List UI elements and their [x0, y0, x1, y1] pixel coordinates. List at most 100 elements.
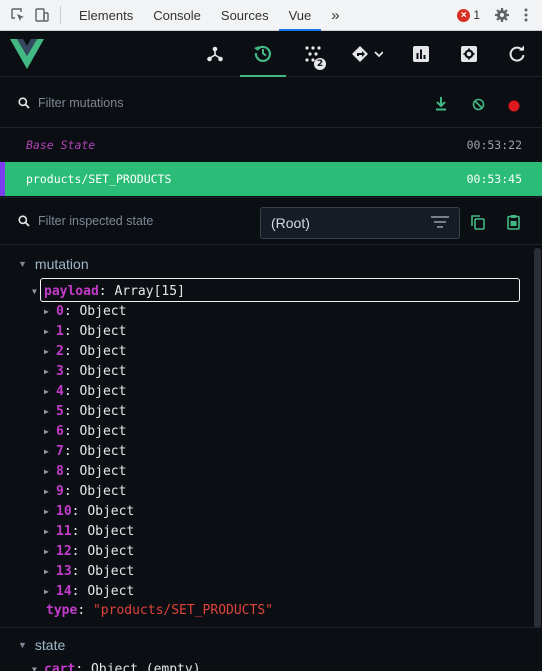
collapsed-arrow-icon: ▶: [44, 386, 49, 396]
paste-icon[interactable]: [507, 214, 520, 234]
item-key: 5: [56, 403, 64, 419]
colon: :: [63, 323, 80, 339]
settings-icon[interactable]: [446, 31, 492, 77]
mutation-time: 00:53:45: [466, 172, 522, 186]
state-cart-node[interactable]: ▼ cart: Object (empty): [32, 659, 201, 671]
item-key: 12: [56, 543, 72, 559]
kebab-menu-icon[interactable]: [514, 0, 538, 31]
payload-item[interactable]: ▶ 11: Object: [44, 521, 134, 541]
payload-item[interactable]: ▶ 4: Object: [44, 381, 126, 401]
payload-item[interactable]: ▶ 8: Object: [44, 461, 126, 481]
payload-node[interactable]: ▼ payload: Array[15]: [32, 281, 185, 301]
mutation-section-header[interactable]: ▼ mutation: [0, 249, 542, 279]
mutation-name: Base State: [26, 138, 96, 152]
payload-item[interactable]: ▶ 13: Object: [44, 561, 134, 581]
item-value: Object: [79, 483, 127, 499]
item-value: Object: [87, 523, 135, 539]
item-key: 11: [56, 523, 72, 539]
revert-all-icon[interactable]: [472, 96, 485, 115]
state-scope-select[interactable]: (Root): [260, 207, 460, 239]
collapsed-arrow-icon: ▶: [44, 326, 49, 336]
state-section-header[interactable]: ▼ state: [0, 630, 542, 660]
item-key: 8: [56, 463, 64, 479]
tab-console[interactable]: Console: [143, 0, 211, 31]
inspect-element-icon[interactable]: [6, 0, 30, 31]
device-toolbar-icon[interactable]: [30, 0, 54, 31]
filter-mutations-input[interactable]: Filter mutations: [38, 96, 123, 110]
payload-item[interactable]: ▶ 9: Object: [44, 481, 126, 501]
colon: :: [71, 583, 88, 599]
refresh-icon[interactable]: [494, 31, 540, 77]
settings-gear-icon[interactable]: [490, 0, 514, 31]
collapsed-arrow-icon: ▶: [44, 506, 49, 516]
copy-icon[interactable]: [471, 215, 485, 234]
collapsed-arrow-icon: ▶: [44, 546, 49, 556]
payload-item[interactable]: ▶ 14: Object: [44, 581, 134, 601]
item-key: 9: [56, 483, 64, 499]
vue-toolbar: 2: [0, 31, 542, 77]
type-value: "products/SET_PRODUCTS": [92, 602, 273, 618]
expanded-arrow-icon: ▼: [32, 286, 37, 296]
events-icon[interactable]: 2: [290, 31, 336, 77]
filter-inspected-state-input[interactable]: Filter inspected state: [38, 214, 153, 228]
payload-item[interactable]: ▶ 2: Object: [44, 341, 126, 361]
item-value: Object: [79, 463, 127, 479]
vuex-history-icon[interactable]: [240, 31, 286, 77]
mutation-row-base-state[interactable]: Base State 00:53:22: [0, 128, 542, 162]
type-node: type: "products/SET_PRODUCTS": [46, 600, 273, 620]
collapsed-arrow-icon: ▶: [44, 586, 49, 596]
payload-item[interactable]: ▶ 3: Object: [44, 361, 126, 381]
performance-icon[interactable]: [398, 31, 444, 77]
item-key: 0: [56, 303, 64, 319]
scrollbar[interactable]: [534, 248, 541, 628]
collapsed-arrow-icon: ▶: [44, 346, 49, 356]
search-icon: [18, 215, 30, 227]
item-value: Object: [79, 323, 127, 339]
colon: :: [71, 563, 88, 579]
payload-item[interactable]: ▶ 1: Object: [44, 321, 126, 341]
more-tabs-button[interactable]: »: [321, 0, 349, 31]
tab-elements[interactable]: Elements: [69, 0, 143, 31]
item-value: Object: [79, 443, 127, 459]
error-count-badge[interactable]: × 1: [457, 8, 480, 22]
mutation-row-selected[interactable]: products/SET_PRODUCTS 00:53:45: [0, 162, 542, 196]
payload-item[interactable]: ▶ 6: Object: [44, 421, 126, 441]
colon: :: [63, 443, 80, 459]
mutation-time: 00:53:22: [466, 138, 522, 152]
components-icon[interactable]: [192, 31, 238, 77]
tab-sources[interactable]: Sources: [211, 0, 279, 31]
item-value: Object: [79, 403, 127, 419]
commit-all-icon[interactable]: [435, 96, 447, 115]
mutations-filter-bar: Filter mutations: [0, 78, 542, 128]
item-key: 3: [56, 363, 64, 379]
item-key: 4: [56, 383, 64, 399]
section-divider: [0, 627, 542, 628]
router-icon[interactable]: [342, 31, 392, 77]
item-key: 13: [56, 563, 72, 579]
colon: :: [63, 423, 80, 439]
vue-logo-icon: [10, 39, 44, 73]
payload-value: Array[15]: [114, 283, 185, 299]
payload-item[interactable]: ▶ 7: Object: [44, 441, 126, 461]
item-value: Object: [87, 503, 135, 519]
section-title: state: [34, 637, 66, 653]
payload-item[interactable]: ▶ 5: Object: [44, 401, 126, 421]
collapse-arrow-icon: ▼: [18, 259, 27, 269]
colon: :: [63, 343, 80, 359]
record-icon[interactable]: [508, 97, 520, 116]
payload-item[interactable]: ▶ 12: Object: [44, 541, 134, 561]
colon: :: [63, 403, 80, 419]
devtools-tab-bar: Elements Console Sources Vue » × 1: [0, 0, 542, 31]
collapsed-arrow-icon: ▶: [44, 566, 49, 576]
payload-item[interactable]: ▶ 0: Object: [44, 301, 126, 321]
item-value: Object: [79, 363, 127, 379]
tab-vue[interactable]: Vue: [278, 0, 322, 31]
collapsed-arrow-icon: ▶: [44, 446, 49, 456]
toolbar-divider: [60, 6, 61, 24]
payload-item[interactable]: ▶ 10: Object: [44, 501, 134, 521]
state-filter-bar: Filter inspected state (Root): [0, 197, 542, 245]
collapsed-arrow-icon: ▶: [44, 426, 49, 436]
item-key: 7: [56, 443, 64, 459]
colon: :: [98, 283, 115, 299]
item-value: Object: [79, 423, 127, 439]
